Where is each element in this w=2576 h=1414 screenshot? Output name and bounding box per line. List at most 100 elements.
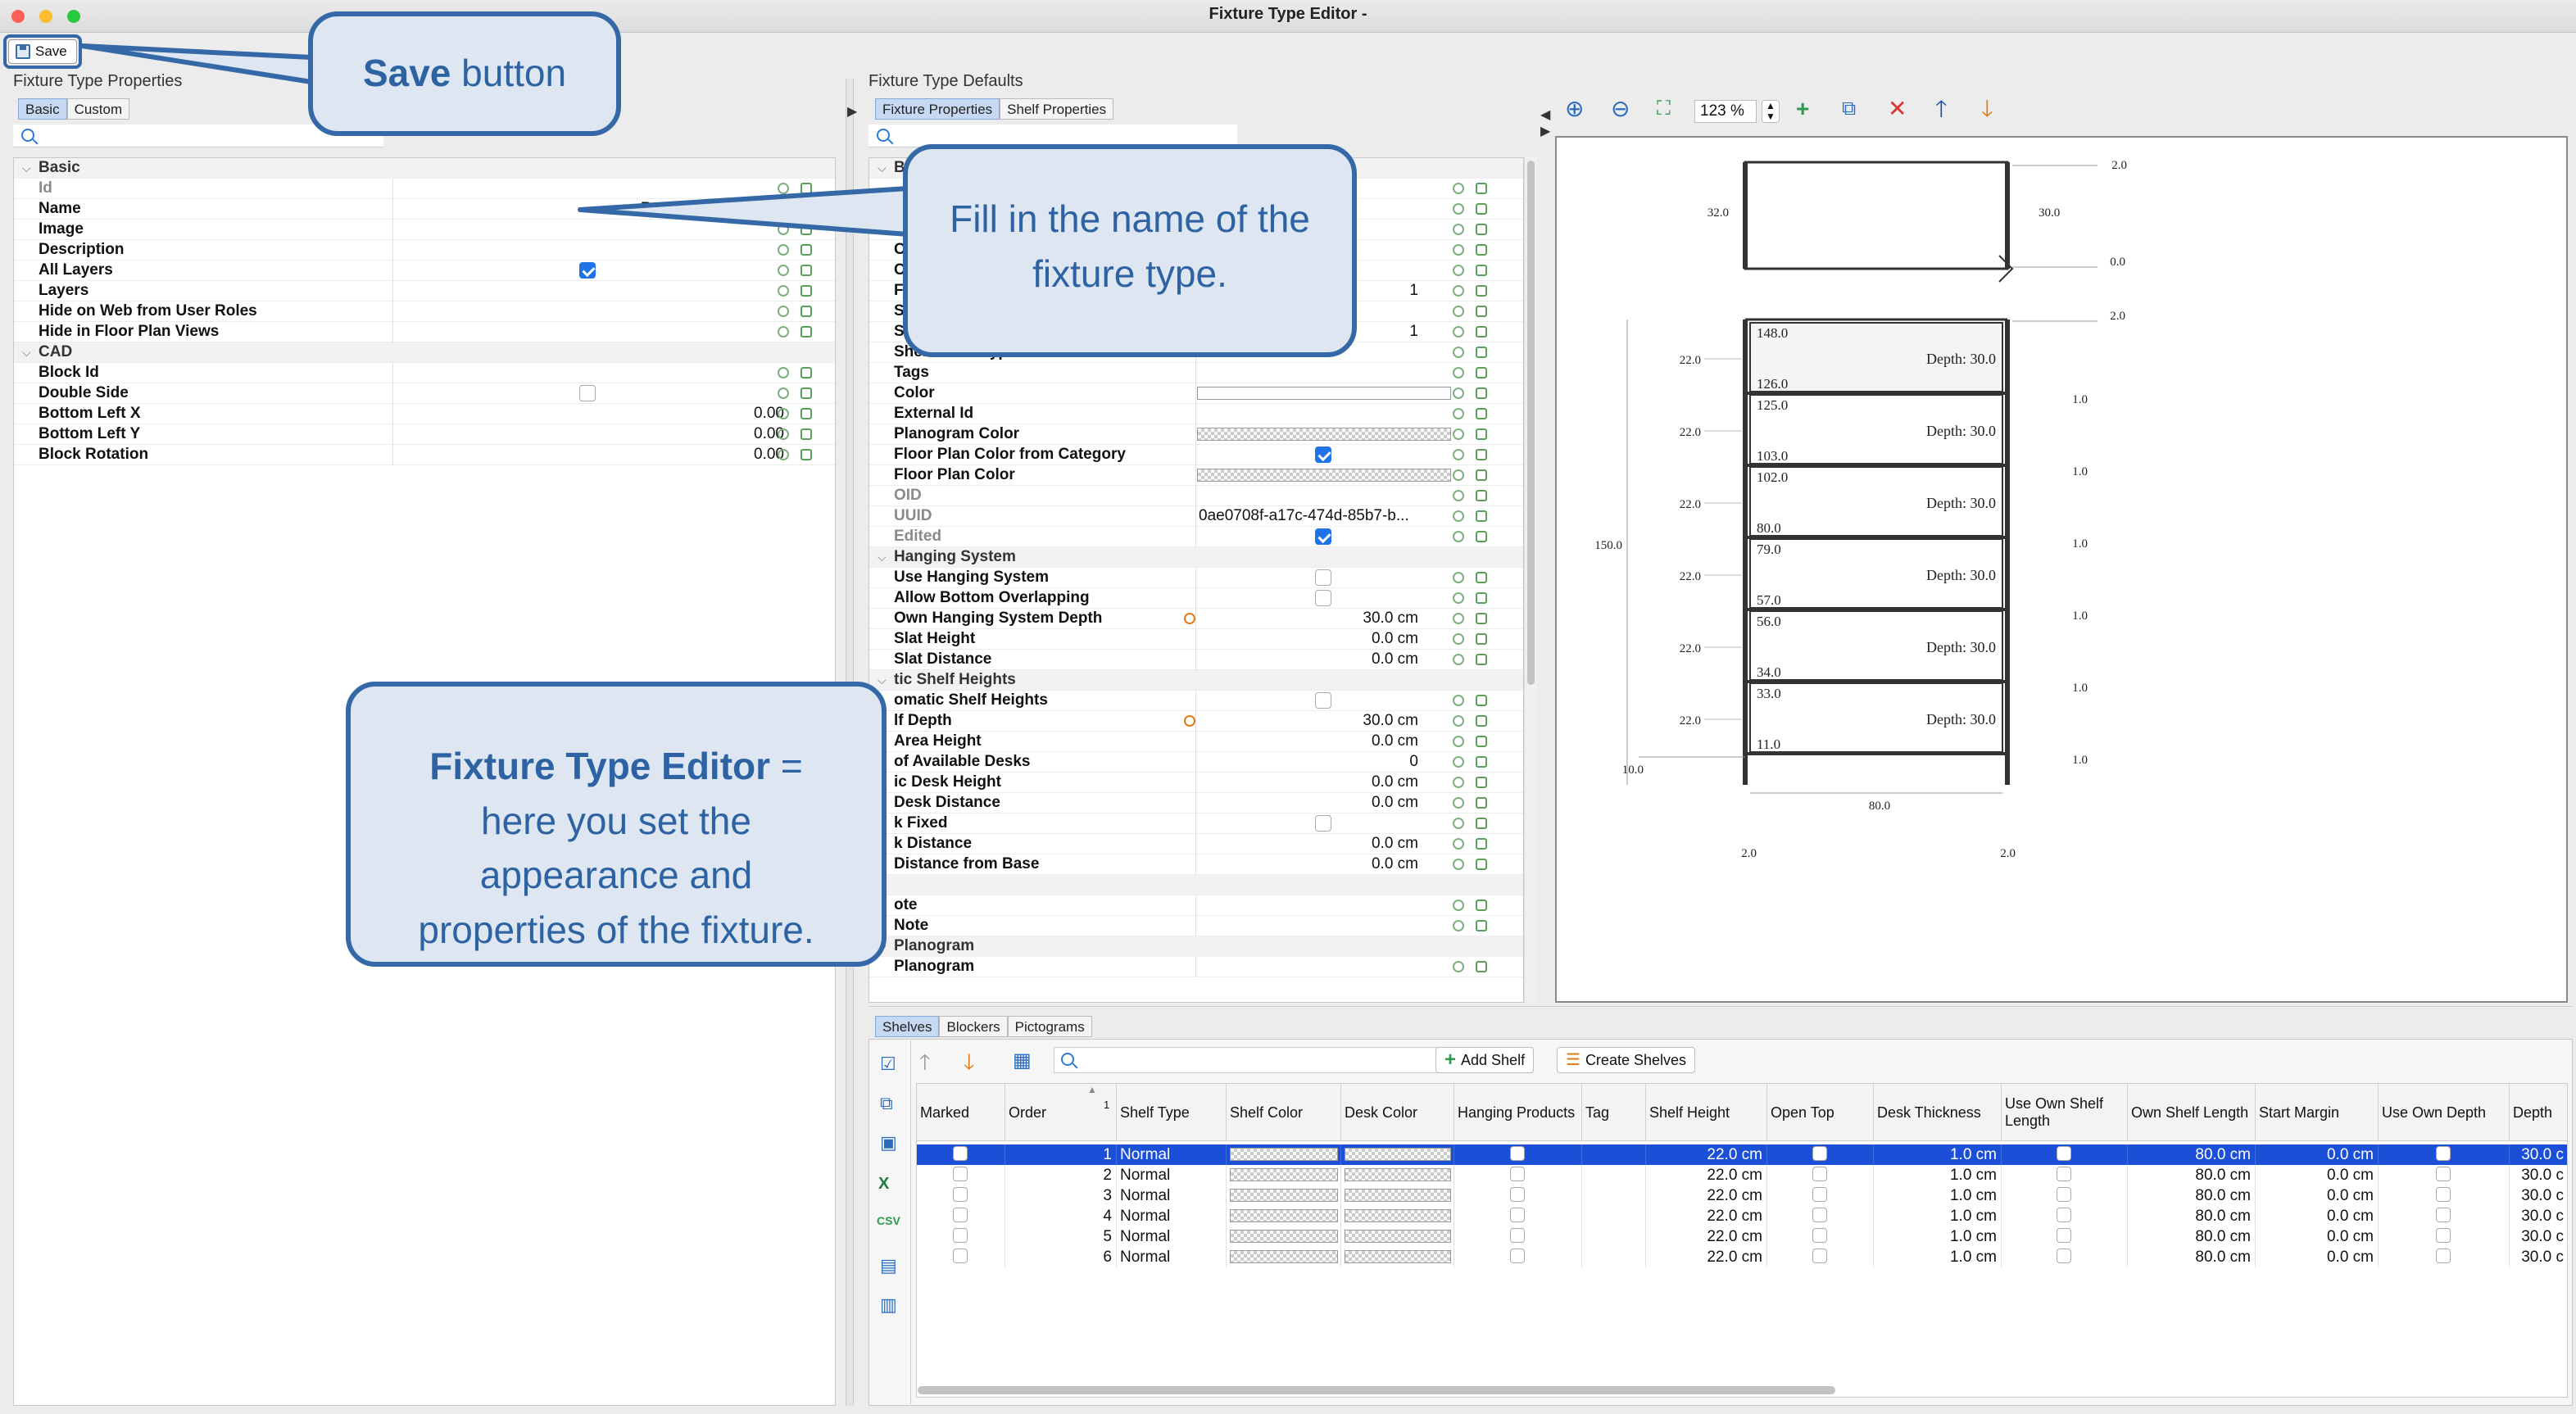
link-icon[interactable] xyxy=(1476,203,1487,215)
row-checkbox[interactable] xyxy=(953,1249,968,1263)
table-hscroll-thumb[interactable] xyxy=(918,1386,1835,1394)
chevron-down-icon[interactable]: ⌵ xyxy=(22,161,31,175)
reset-icon[interactable] xyxy=(1453,756,1464,768)
reset-icon[interactable] xyxy=(1453,265,1464,276)
property-row[interactable]: of Available Desks 0 xyxy=(869,752,1523,773)
inherit-icon[interactable] xyxy=(1184,613,1195,624)
row-checkbox[interactable] xyxy=(2436,1208,2451,1222)
link-icon[interactable] xyxy=(800,387,812,399)
link-icon[interactable] xyxy=(1476,408,1487,419)
reset-icon[interactable] xyxy=(778,265,789,276)
row-checkbox[interactable] xyxy=(1510,1146,1525,1161)
link-icon[interactable] xyxy=(800,367,812,378)
row-checkbox[interactable] xyxy=(2436,1228,2451,1243)
reset-icon[interactable] xyxy=(1453,469,1464,481)
move-up-icon[interactable]: 🡑 xyxy=(919,1047,931,1083)
property-row[interactable]: Id xyxy=(14,179,835,199)
row-checkbox[interactable] xyxy=(953,1187,968,1202)
column-header[interactable]: Marked xyxy=(917,1084,1005,1141)
reset-icon[interactable] xyxy=(1453,777,1464,788)
tab-pictograms[interactable]: Pictograms xyxy=(1007,1016,1092,1037)
link-icon[interactable] xyxy=(1476,306,1487,317)
reset-icon[interactable] xyxy=(1453,859,1464,870)
link-icon[interactable] xyxy=(1476,572,1487,583)
link-icon[interactable] xyxy=(800,183,812,194)
row-checkbox[interactable] xyxy=(2436,1146,2451,1161)
row-checkbox[interactable] xyxy=(1510,1167,1525,1181)
reset-icon[interactable] xyxy=(1453,920,1464,931)
reset-icon[interactable] xyxy=(1453,572,1464,583)
color-swatch[interactable] xyxy=(1230,1189,1338,1202)
inherit-icon[interactable] xyxy=(1184,715,1195,727)
property-row[interactable]: Allow Bottom Overlapping xyxy=(869,588,1523,609)
table-row[interactable]: 5 Normal 22.0 cm 1.0 cm 80.0 cm 0.0 cm 30.0 c xyxy=(917,1226,2567,1247)
property-value[interactable]: 0.0 cm xyxy=(1148,794,1418,812)
link-icon[interactable] xyxy=(1476,818,1487,829)
property-row[interactable]: Desk Distance 0.0 cm xyxy=(869,793,1523,814)
color-swatch[interactable] xyxy=(1345,1209,1451,1222)
reset-icon[interactable] xyxy=(1453,449,1464,460)
reset-icon[interactable] xyxy=(1453,531,1464,542)
reset-icon[interactable] xyxy=(1453,838,1464,850)
property-row[interactable]: k Fixed xyxy=(869,814,1523,834)
property-checkbox[interactable] xyxy=(1315,590,1331,606)
table-row[interactable]: 2 Normal 22.0 cm 1.0 cm 80.0 cm 0.0 cm 30.0 c xyxy=(917,1165,2567,1185)
link-icon[interactable] xyxy=(800,244,812,256)
add-icon[interactable]: + xyxy=(1796,97,1809,121)
table-row[interactable]: 1 Normal 22.0 cm 1.0 cm 80.0 cm 0.0 cm 30.0 c xyxy=(917,1144,2567,1165)
link-icon[interactable] xyxy=(1476,736,1487,747)
row-checkbox[interactable] xyxy=(2057,1146,2071,1161)
link-icon[interactable] xyxy=(1476,900,1487,911)
link-icon[interactable] xyxy=(800,408,812,419)
reset-icon[interactable] xyxy=(778,224,789,235)
reset-icon[interactable] xyxy=(778,306,789,317)
link-icon[interactable] xyxy=(1476,367,1487,378)
color-swatch[interactable] xyxy=(1345,1148,1451,1161)
column-header[interactable]: Own Shelf Length xyxy=(2128,1084,2256,1141)
property-row[interactable]: Slat Distance 0.0 cm xyxy=(869,650,1523,670)
tab-shelves[interactable]: Shelves xyxy=(875,1016,940,1037)
reset-icon[interactable] xyxy=(1453,510,1464,522)
link-icon[interactable] xyxy=(800,285,812,297)
property-row[interactable]: External Id xyxy=(869,404,1523,424)
link-icon[interactable] xyxy=(1476,347,1487,358)
link-icon[interactable] xyxy=(1476,449,1487,460)
link-icon[interactable] xyxy=(1476,592,1487,604)
property-row[interactable]: Distance from Base 0.0 cm xyxy=(869,854,1523,875)
zoom-in-icon[interactable]: ⊕ xyxy=(1565,97,1584,121)
property-row[interactable]: Floor Plan Color xyxy=(869,465,1523,486)
reset-icon[interactable] xyxy=(1453,900,1464,911)
property-row[interactable]: Layers xyxy=(14,281,835,301)
row-checkbox[interactable] xyxy=(2057,1167,2071,1181)
fixture-drawing-canvas[interactable]: 2.0 32.0 30.0 0.0 2.0 148.0 126.0 Depth: 30.0 22… xyxy=(1555,136,2568,1003)
property-checkbox[interactable] xyxy=(1315,815,1331,832)
color-swatch[interactable] xyxy=(1230,1209,1338,1222)
tab-blockers[interactable]: Blockers xyxy=(939,1016,1008,1037)
color-swatch[interactable] xyxy=(1197,428,1451,441)
add-shelf-button[interactable]: + Add Shelf xyxy=(1435,1047,1535,1073)
save-button[interactable]: Save xyxy=(8,39,77,64)
copy-icon[interactable]: ⧉ xyxy=(880,1093,893,1114)
column-header[interactable]: Use Own Shelf Length xyxy=(2002,1084,2128,1141)
link-icon[interactable] xyxy=(1476,510,1487,522)
link-icon[interactable] xyxy=(1476,961,1487,972)
row-checkbox[interactable] xyxy=(2057,1249,2071,1263)
link-icon[interactable] xyxy=(1476,838,1487,850)
reset-icon[interactable] xyxy=(1453,715,1464,727)
link-icon[interactable] xyxy=(1476,490,1487,501)
property-row[interactable]: Block Rotation 0.00 xyxy=(14,445,835,465)
reset-icon[interactable] xyxy=(778,244,789,256)
property-row[interactable]: Description xyxy=(14,240,835,261)
expand-right-arrow[interactable]: ▶ xyxy=(1540,123,1550,139)
reset-icon[interactable] xyxy=(1453,797,1464,809)
zoom-level-field[interactable]: 123 % xyxy=(1694,100,1757,123)
property-row[interactable]: Hide on Web from User Roles xyxy=(14,301,835,322)
link-icon[interactable] xyxy=(800,428,812,440)
chart-icon[interactable]: ▥ xyxy=(880,1294,897,1316)
excel-export-icon[interactable]: X xyxy=(878,1175,889,1194)
property-value[interactable]: 0ae0708f-a17c-474d-85b7-b... xyxy=(1199,507,1409,525)
paste-icon[interactable]: ▣ xyxy=(880,1132,897,1153)
move-up-icon[interactable]: 🡑 xyxy=(1935,97,1948,121)
color-swatch[interactable] xyxy=(1230,1250,1338,1263)
row-checkbox[interactable] xyxy=(953,1167,968,1181)
